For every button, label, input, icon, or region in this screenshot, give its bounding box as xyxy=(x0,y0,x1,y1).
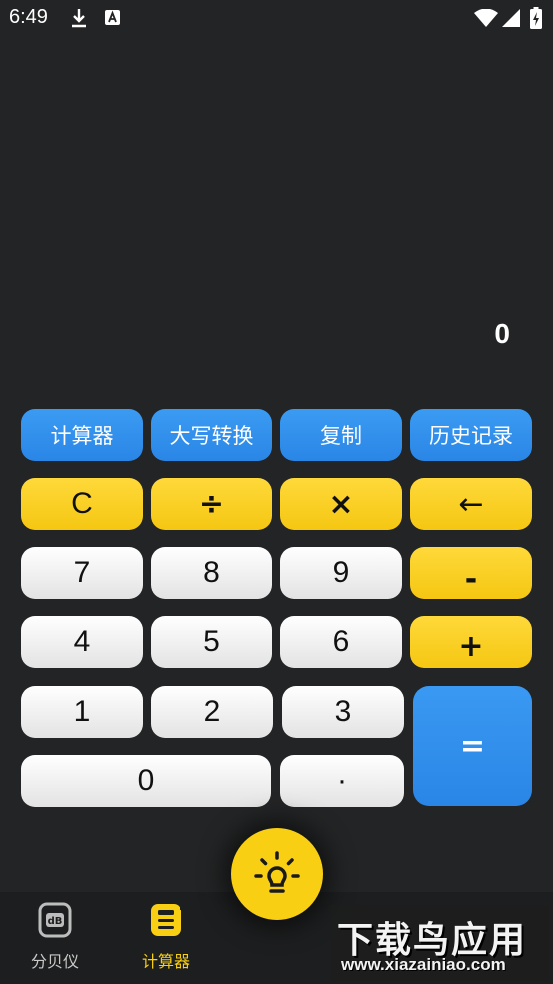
minus-button[interactable]: - xyxy=(410,547,532,599)
digit-3-button[interactable]: 3 xyxy=(282,686,404,738)
digit-4-button[interactable]: 4 xyxy=(21,616,143,668)
tab-decibel-meter[interactable]: dB 分贝仪 xyxy=(0,902,110,972)
tab-decibel-meter-label: 分贝仪 xyxy=(30,952,79,971)
flashlight-button[interactable] xyxy=(231,828,323,920)
digit-2-button[interactable]: 2 xyxy=(151,686,273,738)
tab-calculator[interactable]: 计算器 xyxy=(111,902,221,972)
uppercase-convert-button[interactable]: 大写转换 xyxy=(151,409,272,461)
digit-6-button[interactable]: 6 xyxy=(280,616,402,668)
digit-1-button[interactable]: 1 xyxy=(21,686,143,738)
status-bar: 6:49 xyxy=(0,0,553,38)
backspace-button[interactable]: ← xyxy=(410,478,532,530)
equals-button[interactable]: = xyxy=(413,686,532,806)
result-display: 0 xyxy=(494,318,510,349)
copy-button[interactable]: 复制 xyxy=(280,409,402,461)
digit-5-button[interactable]: 5 xyxy=(151,616,272,668)
status-time: 6:49 xyxy=(9,6,48,28)
svg-text:dB: dB xyxy=(48,916,63,927)
clear-button[interactable]: C xyxy=(21,478,143,530)
battery-charging-icon xyxy=(530,7,542,29)
wifi-icon xyxy=(474,9,498,27)
digit-9-button[interactable]: 9 xyxy=(280,547,402,599)
calculator-icon xyxy=(151,904,181,936)
digit-0-button[interactable]: 0 xyxy=(21,755,271,807)
digit-8-button[interactable]: 8 xyxy=(151,547,272,599)
signal-icon xyxy=(502,9,520,27)
tab-calculator-label: 计算器 xyxy=(141,952,190,971)
decibel-meter-icon: dB xyxy=(38,902,72,938)
history-button[interactable]: 历史记录 xyxy=(410,409,532,461)
download-icon xyxy=(72,9,86,28)
decimal-point-button[interactable]: · xyxy=(280,755,404,807)
divide-button[interactable]: ÷ xyxy=(151,478,272,530)
calculator-mode-button[interactable]: 计算器 xyxy=(21,409,143,461)
app-notification-icon xyxy=(105,10,120,25)
watermark-url: www.xiazainiao.com xyxy=(341,955,506,974)
plus-button[interactable]: + xyxy=(410,616,532,668)
lightbulb-icon xyxy=(254,851,300,893)
multiply-button[interactable]: × xyxy=(280,478,402,530)
watermark: 下载鸟应用 www.xiazainiao.com xyxy=(331,905,549,981)
digit-7-button[interactable]: 7 xyxy=(21,547,143,599)
